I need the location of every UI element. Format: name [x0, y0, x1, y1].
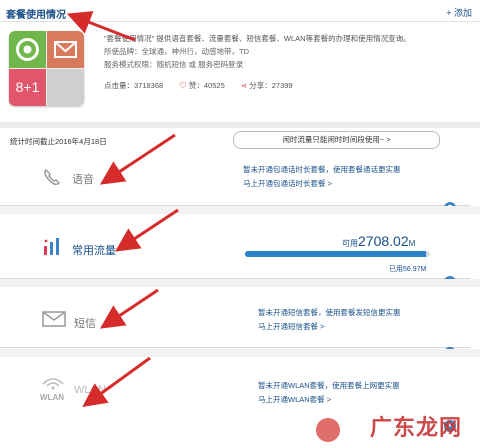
available-unit: M — [408, 239, 416, 248]
used-data: 已用56.97M — [389, 266, 427, 273]
envelope-icon — [42, 310, 66, 333]
header-divider — [0, 21, 480, 22]
add-button[interactable]: + 添加 — [446, 6, 472, 19]
wlan-notice[interactable]: 暂未开通WLAN套餐，使用套餐上网更实惠 马上开通WLAN套餐 > — [258, 379, 400, 407]
idle-traffic-button[interactable]: 闲时流量只能闲时时间段使用~ > — [233, 131, 440, 149]
wlan-label: WLAN — [74, 384, 106, 396]
page-title: 套餐使用情况 — [6, 10, 66, 21]
sms-notice-text: 暂未开通短信套餐，使用套餐发短信更实惠 — [258, 308, 401, 317]
brand-list: 所使品牌：全球通，神州行，动感地带，TD — [104, 47, 249, 56]
share-button[interactable]: ⋖ 分享：27399 — [241, 80, 293, 91]
voice-notice[interactable]: 暂未开通包通话时长套餐，使用套餐通话更实惠 马上开通包通话时长套餐 > — [243, 163, 401, 191]
voice-notice-text: 暂未开通包通话时长套餐，使用套餐通话更实惠 — [243, 165, 401, 174]
like-button[interactable]: ♡ 赞：40525 — [179, 80, 224, 91]
blank-tile — [47, 69, 84, 106]
watermark-text: 广东龙网 — [369, 415, 462, 440]
heart-icon: ♡ — [179, 81, 187, 90]
available-value: 2708.02 — [358, 233, 409, 249]
share-icon: ⋖ — [240, 81, 248, 90]
available-data: 可用2708.02M — [342, 233, 415, 251]
sms-notice[interactable]: 暂未开通短信套餐，使用套餐发短信更实惠 马上开通短信套餐 > — [258, 306, 401, 334]
sms-card[interactable]: 短信 暂未开通短信套餐，使用套餐发短信更实惠 马上开通短信套餐 > — [0, 287, 470, 348]
data-card[interactable]: 常用流量 可用2708.02M 已用56.97M — [0, 214, 470, 279]
voice-label: 语音 — [72, 174, 94, 186]
phone-icon — [42, 167, 62, 192]
app-icon[interactable]: 8+1 — [9, 31, 84, 106]
permission-info: 服务模式权限：随机短信 或 服务密码登录 — [104, 60, 244, 69]
voice-open-link[interactable]: 马上开通包通话时长套餐 > — [243, 177, 401, 191]
mail-icon — [47, 31, 84, 68]
sms-label: 短信 — [74, 318, 96, 330]
like-count: 赞：40525 — [188, 81, 225, 90]
wlan-open-link[interactable]: 马上开通WLAN套餐 > — [258, 393, 400, 407]
section-divider — [0, 122, 480, 128]
click-count: 点击量：3718368 — [104, 81, 164, 90]
stats-row: 点击量：3718368 ♡ 赞：40525 ⋖ 分享：27399 — [104, 80, 307, 91]
signal-bars-icon — [42, 234, 64, 261]
globe-icon — [9, 31, 46, 68]
card-separator — [0, 206, 480, 214]
data-label: 常用流量 — [72, 245, 116, 257]
card-separator — [0, 279, 480, 287]
watermark-logo — [316, 418, 340, 442]
app-description: "套餐使用情况" 提供语音套餐、流量套餐、短信套餐、WLAN等套餐的办理和使用情… — [104, 32, 464, 71]
data-progress-fill — [245, 251, 427, 257]
data-progress-bar — [245, 251, 430, 257]
wlan-notice-text: 暂未开通WLAN套餐，使用套餐上网更实惠 — [258, 381, 400, 390]
wlan-icon-text: WLAN — [40, 393, 64, 402]
wifi-icon — [40, 374, 66, 395]
card-separator — [0, 349, 480, 357]
voice-card[interactable]: 语音 暂未开通包通话时长套餐，使用套餐通话更实惠 马上开通包通话时长套餐 > — [0, 150, 470, 206]
share-count: 分享：27399 — [249, 81, 293, 90]
tile-label: 8+1 — [9, 69, 46, 106]
statistics-date: 统计时间截止2016年4月18日 — [10, 137, 107, 146]
available-prefix: 可用 — [342, 239, 358, 248]
description-text: "套餐使用情况" 提供语音套餐、流量套餐、短信套餐、WLAN等套餐的办理和使用情… — [104, 34, 411, 43]
sms-open-link[interactable]: 马上开通短信套餐 > — [258, 320, 401, 334]
